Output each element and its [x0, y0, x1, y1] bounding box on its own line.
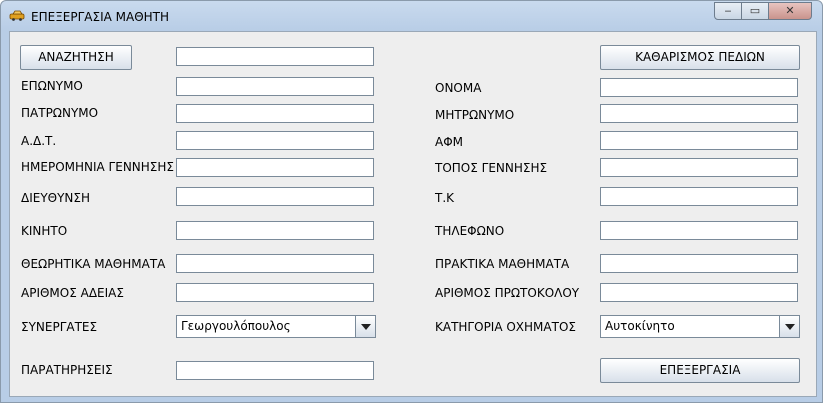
search-input[interactable]: [176, 47, 374, 66]
form-panel: ΑΝΑΖΗΤΗΣΗ ΚΑΘΑΡΙΣΜΟΣ ΠΕΔΙΩΝ ΕΠΩΝΥΜΟ ΠΑΤΡ…: [9, 31, 817, 397]
id-card-label: Α.Δ.Τ.: [21, 134, 57, 148]
practical-lessons-input[interactable]: [600, 254, 798, 273]
surname-input[interactable]: [176, 77, 374, 96]
license-number-input[interactable]: [176, 283, 374, 302]
partners-select[interactable]: Γεωργουλόπουλος: [176, 315, 376, 338]
first-name-input[interactable]: [600, 78, 798, 97]
postal-code-label: Τ.Κ: [435, 191, 455, 205]
phone-label: ΤΗΛΕΦΩΝΟ: [435, 224, 505, 238]
notes-input[interactable]: [176, 361, 374, 380]
mobile-input[interactable]: [176, 221, 374, 240]
window-title: ΕΠΕΞΕΡΓΑΣΙΑ ΜΑΘΗΤΗ: [31, 10, 170, 24]
maximize-icon: ▭: [749, 4, 761, 17]
minimize-button[interactable]: ‒: [714, 2, 742, 20]
title-bar[interactable]: ΕΠΕΞΕΡΓΑΣΙΑ ΜΑΘΗΤΗ ‒ ▭ ✕: [1, 1, 822, 31]
protocol-number-label: ΑΡΙΘΜΟΣ ΠΡΩΤΟΚΟΛΟΥ: [435, 286, 580, 300]
notes-label: ΠΑΡΑΤΗΡΗΣΕΙΣ: [21, 363, 113, 377]
chevron-down-icon[interactable]: [779, 316, 799, 337]
postal-code-input[interactable]: [600, 187, 798, 206]
mobile-label: ΚΙΝΗΤΟ: [21, 224, 68, 238]
tax-id-input[interactable]: [600, 131, 798, 150]
maximize-button[interactable]: ▭: [741, 2, 769, 20]
edit-button[interactable]: ΕΠΕΞΕΡΓΑΣΙΑ: [600, 358, 800, 383]
address-label: ΔΙΕΥΘΥΝΣΗ: [21, 191, 91, 205]
birth-place-label: ΤΟΠΟΣ ΓΕΝΝΗΣΗΣ: [435, 161, 548, 175]
theory-lessons-input[interactable]: [176, 254, 374, 273]
partners-selected-value: Γεωργουλόπουλος: [181, 319, 291, 333]
address-input[interactable]: [176, 187, 374, 206]
birth-date-label: ΗΜΕΡΟΜΗΝΙΑ ΓΕΝΝΗΣΗΣ: [21, 160, 174, 174]
tax-id-label: ΑΦΜ: [435, 135, 464, 149]
car-icon: [9, 10, 25, 21]
vehicle-category-select[interactable]: Αυτοκίνητο: [600, 315, 800, 338]
license-number-label: ΑΡΙΘΜΟΣ ΑΔΕΙΑΣ: [21, 286, 124, 300]
search-button[interactable]: ΑΝΑΖΗΤΗΣΗ: [20, 45, 132, 70]
mother-name-label: ΜΗΤΡΩΝΥΜΟ: [435, 108, 515, 122]
father-name-input[interactable]: [176, 104, 374, 123]
first-name-label: ΟΝΟΜΑ: [435, 81, 482, 95]
minimize-icon: ‒: [724, 4, 732, 17]
practical-lessons-label: ΠΡΑΚΤΙΚΑ ΜΑΘΗΜΑΤΑ: [435, 257, 570, 271]
chevron-down-icon[interactable]: [355, 316, 375, 337]
mother-name-input[interactable]: [600, 104, 798, 123]
father-name-label: ΠΑΤΡΩΝΥΜΟ: [21, 106, 99, 120]
id-card-input[interactable]: [176, 131, 374, 150]
vehicle-category-selected-value: Αυτοκίνητο: [605, 319, 675, 333]
clear-fields-button[interactable]: ΚΑΘΑΡΙΣΜΟΣ ΠΕΔΙΩΝ: [600, 45, 800, 70]
theory-lessons-label: ΘΕΩΡΗΤΙΚΑ ΜΑΘΗΜΑΤΑ: [21, 257, 166, 271]
birth-date-input[interactable]: [176, 158, 374, 177]
vehicle-category-label: ΚΑΤΗΓΟΡΙΑ ΟΧΗΜΑΤΟΣ: [435, 320, 576, 334]
close-icon: ✕: [785, 4, 795, 17]
app-window: ΕΠΕΞΕΡΓΑΣΙΑ ΜΑΘΗΤΗ ‒ ▭ ✕ ΑΝΑΖΗΤΗΣΗ ΚΑΘΑΡ…: [0, 0, 823, 403]
birth-place-input[interactable]: [600, 158, 798, 177]
close-button[interactable]: ✕: [768, 2, 812, 20]
surname-label: ΕΠΩΝΥΜΟ: [21, 79, 83, 93]
partners-label: ΣΥΝΕΡΓΑΤΕΣ: [21, 320, 98, 334]
protocol-number-input[interactable]: [600, 283, 798, 302]
phone-input[interactable]: [600, 221, 798, 240]
